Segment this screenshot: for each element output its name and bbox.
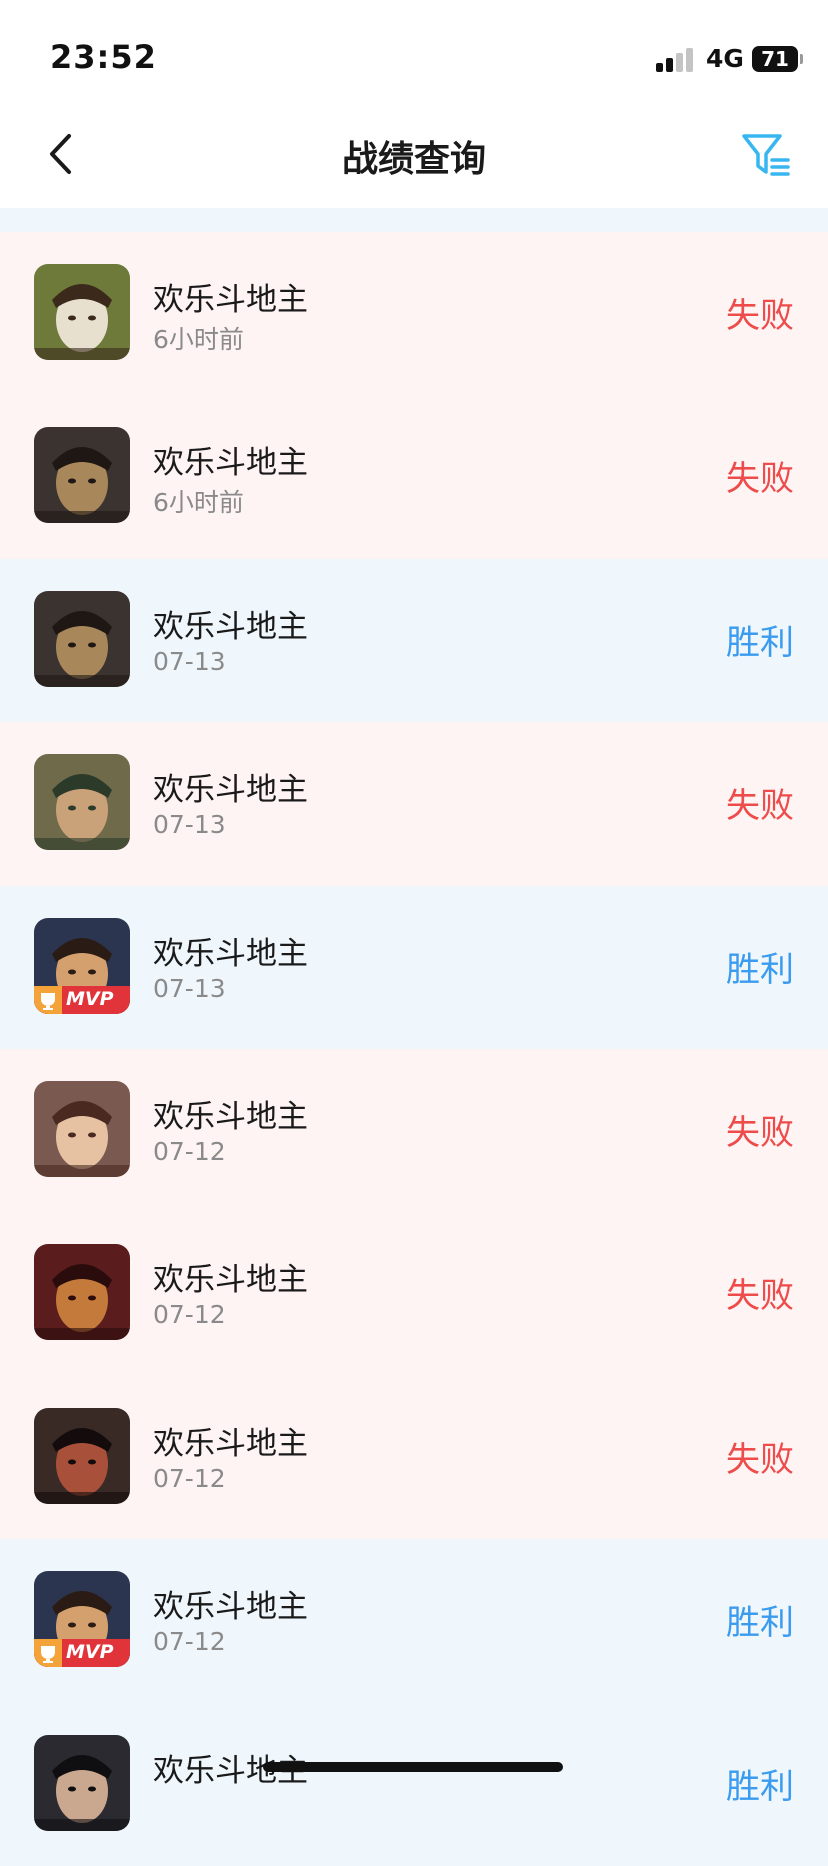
- record-time: 07-13: [153, 646, 226, 676]
- record-row[interactable]: 欢乐斗地主 07-13 失败: [0, 722, 828, 886]
- record-result: 失败: [726, 1439, 794, 1480]
- hero-avatar: [34, 427, 130, 524]
- hero-avatar: [34, 1244, 130, 1341]
- record-game-title: 欢乐斗地主: [153, 935, 308, 972]
- hero-avatar: MVP: [34, 917, 130, 1014]
- nav-bar: 战绩查询: [0, 100, 828, 208]
- status-bar: 23:52 4G 71: [0, 0, 828, 100]
- record-game-title: 欢乐斗地主: [153, 772, 308, 809]
- filter-icon: [742, 134, 790, 176]
- record-row[interactable]: 欢乐斗地主 胜利: [0, 1702, 828, 1866]
- record-row[interactable]: 欢乐斗地主 07-12 失败: [0, 1375, 828, 1540]
- mvp-label: MVP: [66, 987, 114, 1010]
- filter-button[interactable]: [740, 130, 796, 182]
- record-game-title: 欢乐斗地主: [153, 1425, 308, 1462]
- record-time: 07-12: [153, 1463, 226, 1493]
- status-time: 23:52: [50, 38, 157, 76]
- hero-avatar: MVP: [34, 1571, 130, 1668]
- record-time: 07-12: [153, 1136, 226, 1166]
- record-game-title: 欢乐斗地主: [153, 1262, 308, 1299]
- page-title: 战绩查询: [341, 139, 486, 180]
- record-result: 胜利: [726, 949, 794, 990]
- record-result: 失败: [726, 1112, 794, 1153]
- network-type: 4G: [706, 44, 744, 73]
- home-indicator: [263, 1762, 563, 1772]
- record-result: 失败: [726, 459, 794, 500]
- record-time: 07-12: [153, 1300, 226, 1330]
- record-result: 失败: [726, 296, 794, 336]
- list-top-spacer: [0, 208, 828, 232]
- record-time: 6小时前: [153, 488, 244, 518]
- record-game-title: 欢乐斗地主: [153, 282, 308, 318]
- signal-strength-icon: [656, 48, 696, 72]
- record-result: 胜利: [726, 1766, 794, 1807]
- hero-avatar: [34, 590, 130, 687]
- record-time: 6小时前: [153, 325, 244, 354]
- hero-avatar: [34, 1080, 130, 1177]
- mvp-label: MVP: [66, 1641, 114, 1664]
- record-game-title: 欢乐斗地主: [153, 445, 308, 482]
- hero-avatar: [34, 264, 130, 360]
- record-time: 07-13: [153, 810, 226, 840]
- record-list: 欢乐斗地主 6小时前 失败 欢乐斗地主 6小时前 失败 欢乐斗地主 07-13 胜利 欢乐斗地主 0…: [0, 232, 828, 1866]
- mvp-badge: MVP: [34, 1639, 130, 1668]
- hero-avatar: [34, 754, 130, 851]
- record-game-title: 欢乐斗地主: [153, 1589, 308, 1626]
- record-row[interactable]: 欢乐斗地主 6小时前 失败: [0, 395, 828, 559]
- record-time: 07-12: [153, 1627, 226, 1657]
- record-row[interactable]: MVP 欢乐斗地主 07-13 胜利: [0, 885, 828, 1049]
- record-result: 胜利: [726, 1603, 794, 1644]
- record-result: 胜利: [726, 622, 794, 663]
- record-row[interactable]: 欢乐斗地主 07-12 失败: [0, 1048, 828, 1213]
- record-row[interactable]: 欢乐斗地主 07-13 胜利: [0, 558, 828, 723]
- record-result: 失败: [726, 1276, 794, 1317]
- record-game-title: 欢乐斗地主: [153, 608, 308, 645]
- record-row[interactable]: MVP 欢乐斗地主 07-12 胜利: [0, 1539, 828, 1703]
- hero-avatar: [34, 1407, 130, 1504]
- battery-tip: [800, 54, 803, 64]
- hero-avatar: [34, 1734, 130, 1831]
- record-row[interactable]: 欢乐斗地主 07-12 失败: [0, 1212, 828, 1376]
- record-game-title: 欢乐斗地主: [153, 1098, 308, 1135]
- record-result: 失败: [726, 786, 794, 827]
- record-row[interactable]: 欢乐斗地主 6小时前 失败: [0, 232, 828, 396]
- record-time: 07-13: [153, 973, 226, 1003]
- battery-icon: 71: [752, 46, 798, 72]
- mvp-badge: MVP: [34, 985, 130, 1014]
